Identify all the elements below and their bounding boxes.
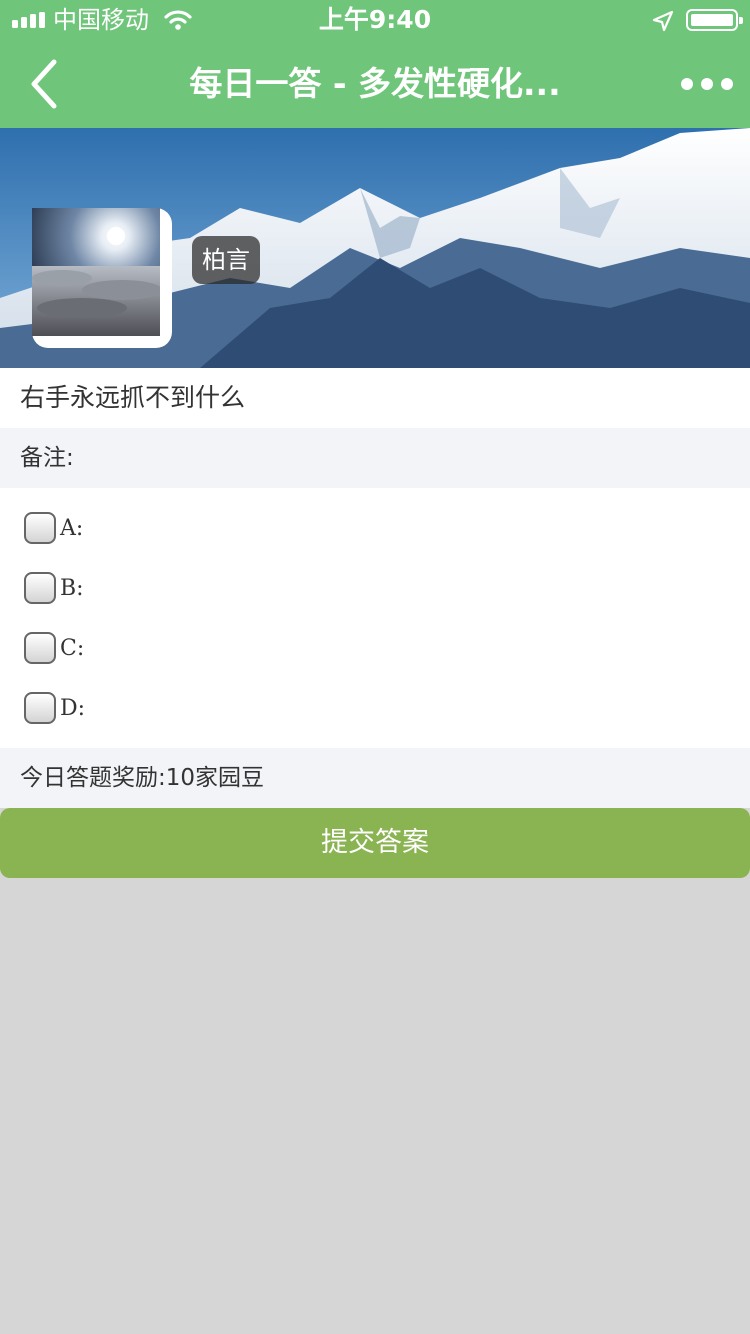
- more-button[interactable]: [676, 74, 738, 94]
- option-c-label: C:: [60, 636, 85, 661]
- more-dots-icon: [681, 78, 733, 90]
- battery-icon: [686, 9, 743, 31]
- question-row: 右手永远抓不到什么: [0, 368, 750, 428]
- option-c[interactable]: C:: [24, 628, 424, 668]
- option-b-checkbox[interactable]: [24, 572, 56, 604]
- option-d[interactable]: D:: [24, 688, 424, 728]
- option-b[interactable]: B:: [24, 568, 424, 608]
- option-a[interactable]: A:: [24, 508, 424, 548]
- question-text: 右手永远抓不到什么: [20, 383, 246, 412]
- avatar-image: [32, 208, 166, 342]
- option-d-label: D:: [60, 696, 86, 721]
- option-a-checkbox[interactable]: [24, 512, 56, 544]
- chevron-left-icon: [31, 59, 57, 109]
- back-button[interactable]: [20, 58, 70, 110]
- reward-text: 今日答题奖励:10家园豆: [20, 765, 265, 791]
- status-bar: 中国移动 上午9:40: [0, 0, 750, 40]
- answer-options: A: B: C: D:: [0, 488, 750, 748]
- reward-row: 今日答题奖励:10家园豆: [0, 748, 750, 808]
- option-d-checkbox[interactable]: [24, 692, 56, 724]
- nav-bar: 每日一答 - 多发性硬化...: [0, 40, 750, 128]
- option-b-label: B:: [60, 576, 84, 601]
- page-title: 每日一答 - 多发性硬化...: [189, 64, 561, 103]
- option-c-checkbox[interactable]: [24, 632, 56, 664]
- option-a-label: A:: [60, 516, 84, 541]
- location-icon: [652, 10, 674, 32]
- note-row: 备注:: [0, 428, 750, 488]
- submit-answer-button[interactable]: 提交答案: [0, 808, 750, 878]
- note-label: 备注:: [20, 445, 74, 471]
- status-time: 上午9:40: [318, 5, 432, 34]
- username-badge: 柏言: [192, 236, 260, 284]
- profile-banner: 柏言: [0, 128, 750, 368]
- avatar[interactable]: [32, 208, 172, 348]
